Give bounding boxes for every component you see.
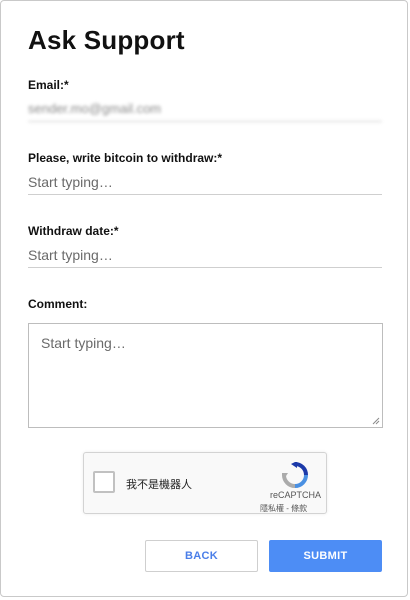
bitcoin-amount-input[interactable]	[28, 169, 382, 195]
withdraw-date-input[interactable]	[28, 242, 382, 268]
support-form-card: Ask Support Email:* Please, write bitcoi…	[0, 0, 408, 597]
comment-textarea[interactable]	[28, 323, 383, 428]
page-title: Ask Support	[28, 25, 185, 55]
recaptcha-checkbox[interactable]	[93, 471, 115, 493]
back-button[interactable]: BACK	[145, 540, 258, 572]
withdraw-date-label: Withdraw date:*	[28, 224, 119, 238]
comment-label: Comment:	[28, 297, 88, 311]
email-field[interactable]	[28, 96, 382, 122]
bitcoin-label: Please, write bitcoin to withdraw:*	[28, 151, 223, 165]
email-label: Email:*	[28, 78, 69, 92]
recaptcha-widget: 我不是機器人 reCAPTCHA 隱私權 - 條款	[83, 452, 327, 514]
submit-button[interactable]: SUBMIT	[269, 540, 382, 572]
recaptcha-label: 我不是機器人	[126, 479, 192, 491]
recaptcha-logo-icon	[282, 462, 308, 488]
resize-grip-icon[interactable]	[372, 417, 380, 425]
recaptcha-privacy-terms-links[interactable]: 隱私權 - 條款	[260, 503, 307, 514]
recaptcha-brand: reCAPTCHA	[270, 490, 322, 500]
